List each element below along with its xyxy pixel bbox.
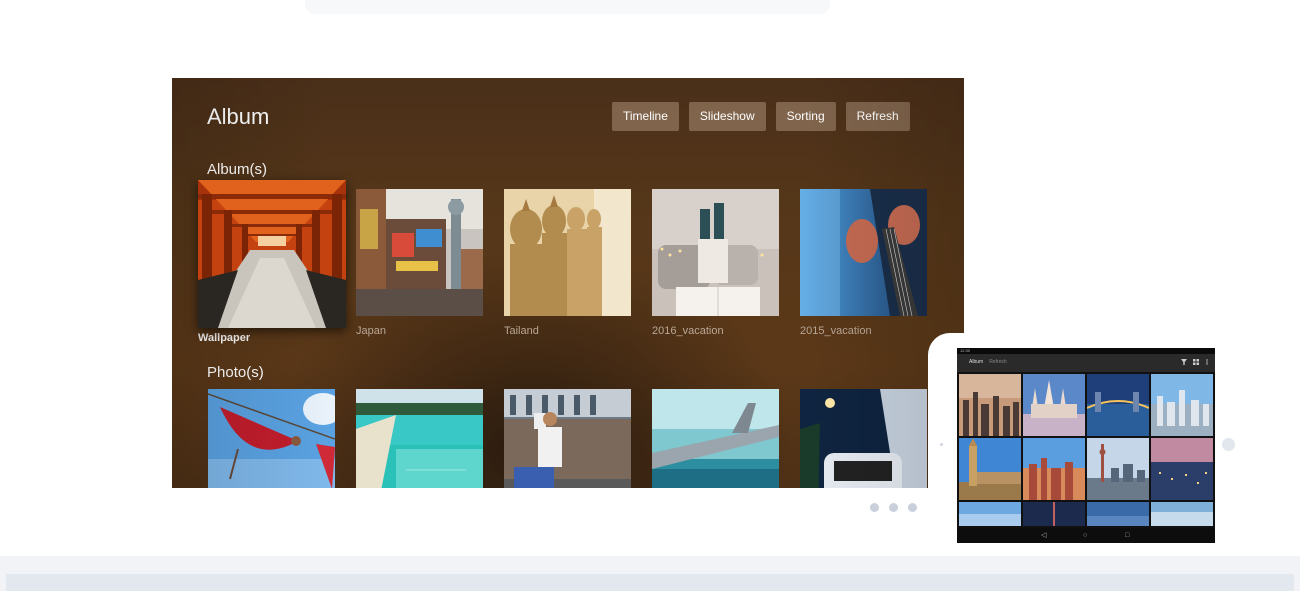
slideshow-button[interactable]: Slideshow <box>688 102 766 131</box>
torii-image <box>198 180 346 328</box>
cathedral-image <box>1023 374 1085 436</box>
tablet-tab-album[interactable]: Album <box>969 359 983 365</box>
timeline-button[interactable]: Timeline <box>612 102 679 131</box>
status-time: 12:30 <box>960 348 971 353</box>
tablet-nav-bar: ◁ ○ □ <box>957 528 1215 543</box>
tablet-photo-sky[interactable] <box>959 502 1021 526</box>
sorting-button[interactable]: Sorting <box>775 102 836 131</box>
tower-image <box>1087 438 1149 500</box>
tablet-photo-city-sunset[interactable] <box>1023 438 1085 500</box>
decor-dot <box>1222 438 1235 451</box>
pager-dot[interactable] <box>870 503 879 512</box>
albums-heading: Album(s) <box>207 161 268 178</box>
big-ben-image <box>959 438 1021 500</box>
tablet-photo-skyline[interactable] <box>1151 374 1213 436</box>
pager-dot[interactable] <box>889 503 898 512</box>
sunset-city-image <box>1023 438 1085 500</box>
guitar-image <box>800 189 927 316</box>
tablet-photo-cathedral[interactable] <box>1023 374 1085 436</box>
album-caption-wallpaper: Wallpaper <box>198 332 251 344</box>
dark-tower-image <box>1023 502 1085 526</box>
footer-band-inner <box>6 574 1294 591</box>
reading-image <box>652 189 779 316</box>
album-thumb-tailand[interactable] <box>504 189 631 316</box>
tv-screen: Album Timeline Slideshow Sorting Refresh… <box>172 78 964 488</box>
bridge-image <box>1087 374 1149 436</box>
album-caption-2016-vacation: 2016_vacation <box>652 325 724 337</box>
tablet-photo-new-york[interactable] <box>959 374 1021 436</box>
tablet-photo-dark-tower[interactable] <box>1023 502 1085 526</box>
photo-thumb-street-scooter[interactable] <box>504 389 631 488</box>
album-caption-japan: Japan <box>356 325 386 337</box>
photo-thumb-airplane-wing[interactable] <box>652 389 779 488</box>
clouds-image <box>1151 502 1213 526</box>
night-city-image <box>1151 438 1213 500</box>
pager-dots[interactable] <box>870 503 917 512</box>
tablet-photo-clouds[interactable] <box>1151 502 1213 526</box>
photos-heading: Photo(s) <box>207 364 264 381</box>
back-icon[interactable]: ◁ <box>1041 532 1046 539</box>
recent-apps-icon[interactable]: □ <box>1125 532 1129 539</box>
beach-image <box>356 389 483 488</box>
pager-dot[interactable] <box>908 503 917 512</box>
japan-image <box>356 189 483 316</box>
home-icon[interactable]: ○ <box>1083 532 1087 539</box>
buddha-image <box>504 189 631 316</box>
skyline-image <box>1151 374 1213 436</box>
tablet-screen: 12:30 Album Refresh ◁ ○ □ <box>957 348 1215 543</box>
airplane-image <box>652 389 779 488</box>
toolbar: Timeline Slideshow Sorting Refresh <box>612 102 910 131</box>
blue-city-image <box>1087 502 1149 526</box>
tablet-photo-night-city[interactable] <box>1151 438 1213 500</box>
album-caption-2015-vacation: 2015_vacation <box>800 325 872 337</box>
more-icon[interactable] <box>1204 359 1210 365</box>
grid-icon[interactable] <box>1193 359 1199 365</box>
album-thumb-wallpaper[interactable] <box>198 180 346 328</box>
tablet-photo-big-ben[interactable] <box>959 438 1021 500</box>
tablet-toolbar: Album Refresh <box>957 354 1215 372</box>
city-image <box>959 374 1021 436</box>
album-thumb-2016-vacation[interactable] <box>652 189 779 316</box>
refresh-button[interactable]: Refresh <box>845 102 910 131</box>
album-caption-tailand: Tailand <box>504 325 539 337</box>
train-image <box>800 389 927 488</box>
page-title: Album <box>207 104 270 129</box>
photo-thumb-train-night[interactable] <box>800 389 927 488</box>
album-thumb-japan[interactable] <box>356 189 483 316</box>
photo-thumb-hammock[interactable] <box>208 389 335 488</box>
tablet-photo-tower[interactable] <box>1087 438 1149 500</box>
tablet-tab-refresh[interactable]: Refresh <box>989 359 1007 365</box>
tablet-photo-bridge[interactable] <box>1087 374 1149 436</box>
tablet-photo-blue-city[interactable] <box>1087 502 1149 526</box>
top-decor <box>305 0 830 14</box>
hammock-image <box>208 389 335 488</box>
sky-image <box>959 502 1021 526</box>
street-image <box>504 389 631 488</box>
filter-icon[interactable] <box>1181 359 1187 365</box>
decor-dot <box>940 443 943 446</box>
photo-thumb-beach-pool[interactable] <box>356 389 483 488</box>
album-thumb-2015-vacation[interactable] <box>800 189 927 316</box>
